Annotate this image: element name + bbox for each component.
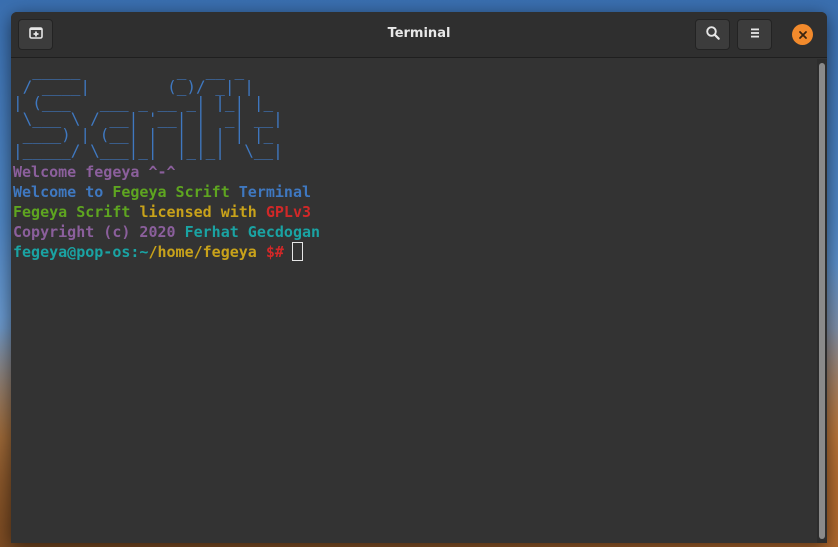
ascii-art-logo: _____ _ __ _ / ____| (_)/ _| | | (___ __… — [13, 63, 817, 159]
search-icon — [705, 25, 721, 45]
license-product: Fegeya Scrift — [13, 203, 131, 221]
copyright-line: Copyright (c) 2020 Ferhat Gecdogan — [13, 222, 817, 242]
prompt-user: fegeya@pop-os:~ — [13, 243, 149, 261]
close-button[interactable] — [792, 24, 813, 45]
terminal-output[interactable]: _____ _ __ _ / ____| (_)/ _| | | (___ __… — [11, 59, 817, 543]
header-bar: Terminal — [11, 12, 827, 58]
terminal-window: Terminal _____ _ __ _ / ____| (_)/ _| | … — [11, 12, 827, 543]
welcome-user-line: Welcome fegeya ^-^ — [13, 163, 176, 181]
product-name: Fegeya Scrift — [112, 183, 230, 201]
prompt-line[interactable]: fegeya@pop-os:~/home/fegeya $# — [13, 242, 817, 262]
prompt-path: /home/fegeya — [148, 243, 257, 261]
copyright-text: Copyright (c) 2020 — [13, 223, 176, 241]
close-icon — [798, 25, 808, 44]
welcome-line: Welcome to Fegeya Scrift Terminal — [13, 182, 817, 202]
welcome-to-text: Welcome to — [13, 183, 104, 201]
author-name: Ferhat Gecdogan — [184, 223, 321, 241]
license-name: GPLv3 — [265, 203, 312, 221]
scrollbar-thumb[interactable] — [819, 63, 825, 539]
license-text: licensed with — [139, 203, 257, 221]
prompt-symbol: $# — [265, 243, 284, 261]
terminal-word: Terminal — [238, 183, 312, 201]
ascii-line: |_____/ \___|_| |_|_| \__| — [13, 141, 283, 160]
hamburger-menu-icon — [748, 25, 762, 44]
text-cursor — [291, 242, 303, 261]
license-line: Fegeya Scrift licensed with GPLv3 — [13, 202, 817, 222]
search-button[interactable] — [695, 19, 730, 50]
menu-button[interactable] — [737, 19, 772, 50]
scrollbar[interactable] — [817, 59, 827, 543]
